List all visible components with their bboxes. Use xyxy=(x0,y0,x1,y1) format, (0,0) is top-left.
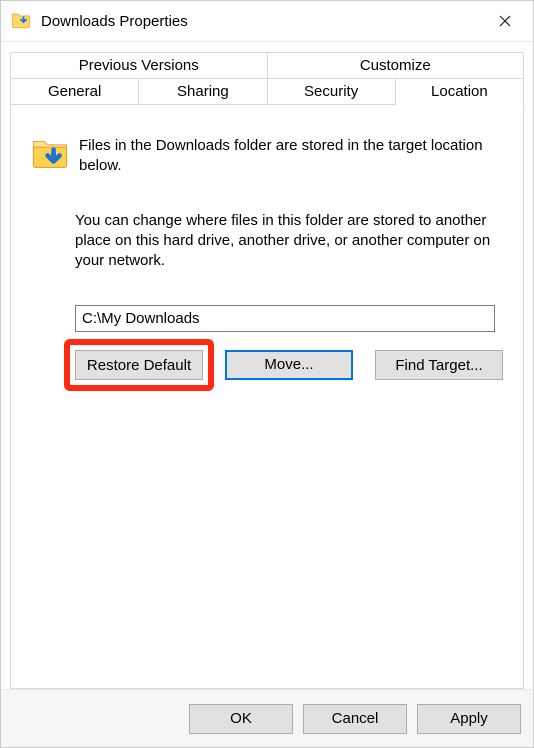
cancel-button[interactable]: Cancel xyxy=(303,704,407,734)
tab-sharing[interactable]: Sharing xyxy=(139,78,267,105)
tab-security[interactable]: Security xyxy=(268,78,396,105)
tab-strip: Previous Versions Customize General Shar… xyxy=(10,52,524,105)
move-button[interactable]: Move... xyxy=(225,350,353,380)
tab-location[interactable]: Location xyxy=(396,78,524,105)
tab-general[interactable]: General xyxy=(10,78,139,105)
tab-previous-versions[interactable]: Previous Versions xyxy=(10,52,268,78)
restore-default-button[interactable]: Restore Default xyxy=(75,350,203,380)
description-text: You can change where files in this folde… xyxy=(75,211,503,272)
downloads-folder-icon xyxy=(11,9,31,33)
apply-button[interactable]: Apply xyxy=(417,704,521,734)
tab-page-location: Files in the Downloads folder are stored… xyxy=(10,105,524,689)
titlebar: Downloads Properties xyxy=(1,1,533,42)
client-area: Previous Versions Customize General Shar… xyxy=(1,42,533,747)
window-title: Downloads Properties xyxy=(41,13,483,30)
close-button[interactable] xyxy=(483,5,527,37)
tab-customize[interactable]: Customize xyxy=(268,52,525,78)
ok-button[interactable]: OK xyxy=(189,704,293,734)
find-target-button[interactable]: Find Target... xyxy=(375,350,503,380)
highlight-restore-default: Restore Default xyxy=(64,339,214,391)
intro-text: Files in the Downloads folder are stored… xyxy=(79,133,503,177)
downloads-folder-large-icon xyxy=(31,133,69,175)
location-button-row: Restore Default Move... Find Target... xyxy=(75,350,503,380)
location-path-input[interactable] xyxy=(75,305,495,332)
intro-row: Files in the Downloads folder are stored… xyxy=(31,133,503,177)
properties-window: Downloads Properties Previous Versions C… xyxy=(0,0,534,748)
dialog-footer: OK Cancel Apply xyxy=(1,689,533,747)
